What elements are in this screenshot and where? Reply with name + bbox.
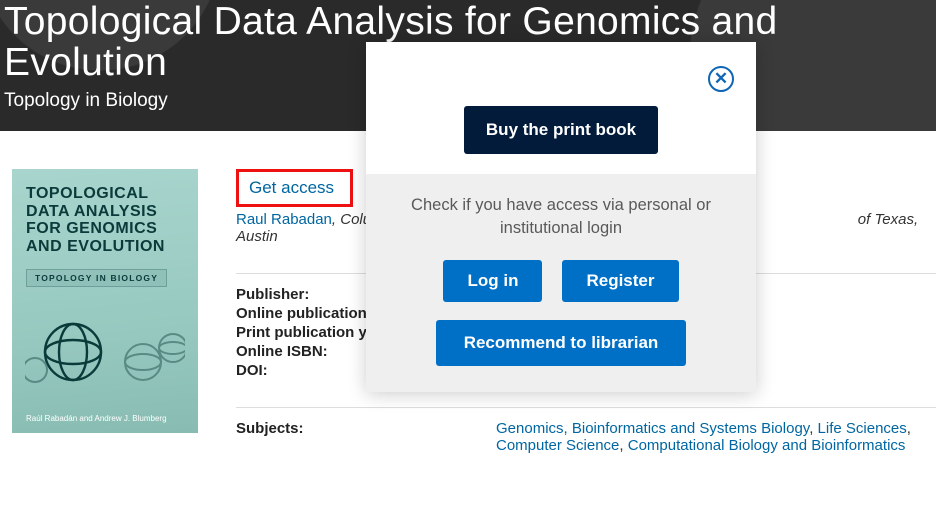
book-cover[interactable]: TOPOLOGICAL DATA ANALYSIS FOR GENOMICS A… [12,169,198,433]
buy-print-button[interactable]: Buy the print book [464,106,658,154]
get-access-button[interactable]: Get access [236,169,353,207]
subject-link[interactable]: Genomics, Bioinformatics and Systems Bio… [496,420,809,437]
buy-section: Buy the print book [366,42,756,174]
subjects-values: Genomics, Bioinformatics and Systems Bio… [496,420,936,454]
subjects-label: Subjects: [236,420,496,454]
subject-link[interactable]: Life Sciences [818,420,907,437]
subject-link[interactable]: Computer Science [496,437,619,454]
close-icon[interactable]: ✕ [708,66,734,92]
divider [236,407,936,408]
cover-art [12,318,198,391]
login-section: Check if you have access via personal or… [366,174,756,392]
login-button[interactable]: Log in [443,260,542,302]
access-check-text: Check if you have access via personal or… [396,194,726,240]
cover-authors: Raúl Rabadán and Andrew J. Blumberg [26,414,167,423]
cover-title: TOPOLOGICAL DATA ANALYSIS FOR GENOMICS A… [26,185,184,255]
author-link[interactable]: Raul Rabadan [236,211,332,228]
subject-link[interactable]: Computational Biology and Bioinformatics [628,437,906,454]
recommend-librarian-button[interactable]: Recommend to librarian [436,320,687,366]
register-button[interactable]: Register [562,260,678,302]
access-modal: ✕ Buy the print book Check if you have a… [366,42,756,392]
cover-tag: TOPOLOGY IN BIOLOGY [26,269,167,287]
subjects-row: Subjects: Genomics, Bioinformatics and S… [236,420,936,454]
